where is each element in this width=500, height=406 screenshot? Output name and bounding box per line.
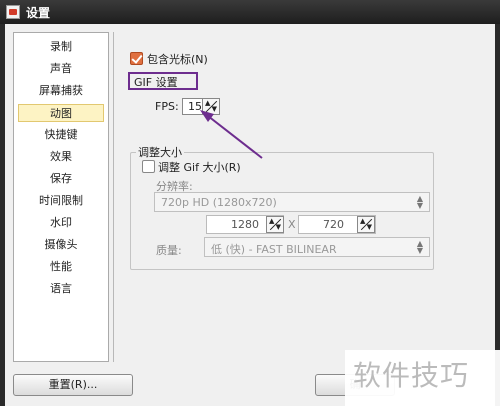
title-bar: 设置 [0, 0, 500, 24]
sidebar-item-hotkeys[interactable]: 快捷键 [18, 126, 104, 144]
dropdown-arrows-icon: ▲ ▼ [416, 239, 424, 255]
include-cursor-checkbox[interactable] [130, 52, 143, 65]
arrow-up-icon: ▲ [269, 217, 275, 225]
arrow-down-icon: ▼ [366, 223, 372, 231]
dropdown-arrows-icon: ▲ ▼ [416, 194, 424, 210]
gif-settings-title: GIF 设置 [134, 76, 178, 89]
resize-gif-checkbox[interactable] [142, 160, 155, 173]
height-value[interactable]: 720 [323, 218, 344, 231]
quality-label: 质量: [156, 244, 182, 257]
reset-button[interactable]: 重置(R)... [13, 374, 133, 396]
watermark-overlay: 软件技巧 [345, 350, 500, 406]
resolution-value: 720p HD (1280x720) [161, 196, 277, 209]
window-title: 设置 [26, 5, 51, 20]
quality-value: 低 (快) - FAST BILINEAR [211, 243, 337, 256]
arrow-up-icon: ▲ [205, 99, 211, 107]
sidebar-item-effects[interactable]: 效果 [18, 148, 104, 166]
sidebar-item-save[interactable]: 保存 [18, 170, 104, 188]
sidebar-item-record[interactable]: 录制 [18, 38, 104, 56]
include-cursor-label[interactable]: 包含光标(N) [147, 51, 208, 67]
resolution-dropdown[interactable]: 720p HD (1280x720) ▲ ▼ [154, 192, 430, 212]
sidebar-item-performance[interactable]: 性能 [18, 258, 104, 276]
watermark-text: 软件技巧 [353, 359, 470, 392]
sidebar-item-time-limit[interactable]: 时间限制 [18, 192, 104, 210]
sidebar-item-sound[interactable]: 声音 [18, 60, 104, 78]
sidebar-item-language[interactable]: 语言 [18, 280, 104, 298]
times-symbol: X [288, 218, 296, 231]
arrow-down-icon: ▼ [275, 223, 281, 231]
app-icon [6, 5, 20, 19]
resize-group-title: 调整大小 [136, 144, 184, 160]
settings-sidebar: 录制 声音 屏幕捕获 动图 快捷键 效果 保存 时间限制 水印 摄像头 性能 语… [13, 32, 109, 362]
resize-gif-label[interactable]: 调整 Gif 大小(R) [158, 159, 241, 175]
settings-window: 设置 录制 声音 屏幕捕获 动图 快捷键 效果 保存 时间限制 水印 摄像头 性… [0, 0, 500, 406]
arrow-down-icon: ▼ [211, 105, 217, 113]
quality-dropdown[interactable]: 低 (快) - FAST BILINEAR ▲ ▼ [204, 237, 430, 257]
width-value[interactable]: 1280 [231, 218, 259, 231]
fps-spin-icon[interactable]: ▲ ▼ [202, 98, 220, 115]
sidebar-item-gif[interactable]: 动图 [18, 104, 104, 122]
width-spin-icon[interactable]: ▲ ▼ [266, 216, 284, 233]
arrow-up-icon: ▲ [360, 217, 366, 225]
height-spin-icon[interactable]: ▲ ▼ [357, 216, 375, 233]
sidebar-item-watermark[interactable]: 水印 [18, 214, 104, 232]
sidebar-item-screen-capture[interactable]: 屏幕捕获 [18, 82, 104, 100]
fps-value[interactable]: 15 [188, 100, 202, 113]
fps-label: FPS: [155, 100, 179, 113]
sidebar-item-webcam[interactable]: 摄像头 [18, 236, 104, 254]
